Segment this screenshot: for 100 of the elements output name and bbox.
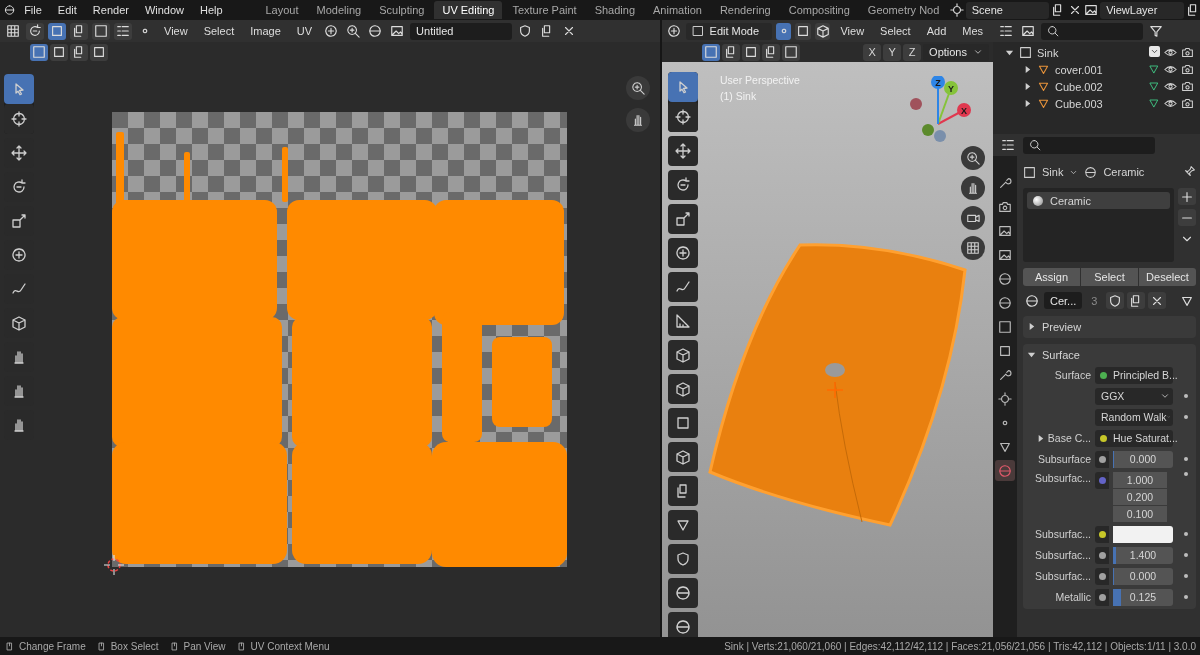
zoom-icon[interactable] [626,76,650,100]
number-field[interactable]: 1.000 [1113,471,1167,488]
fake-user-icon[interactable] [1106,292,1125,310]
keyframe-dot-icon[interactable] [1184,457,1188,461]
select-mode-icon[interactable] [92,22,110,40]
add-cube-tool[interactable] [668,340,698,370]
box-select-mode-icon[interactable] [722,43,740,61]
socket-button[interactable] [1095,525,1109,543]
scale-tool[interactable] [668,204,698,234]
menu-item[interactable]: Select [197,25,241,37]
select-mode-icon[interactable] [70,22,88,40]
mirror-axis-toggle[interactable]: X [863,43,882,61]
camera-button[interactable] [961,206,985,230]
select-mode-icon[interactable] [814,22,831,40]
panel-title[interactable]: Surface [1042,348,1080,361]
slot-button[interactable]: Select [1081,268,1138,286]
workspace-tab[interactable]: Rendering [711,1,779,19]
editor-type-icon[interactable] [666,22,682,40]
copy-icon[interactable] [1127,292,1146,310]
mirror-axis-toggle[interactable]: Y [883,43,902,61]
disclosure-triangle-icon[interactable] [1027,322,1036,331]
number-field[interactable]: 0.100 [1113,505,1167,522]
annotate-tool[interactable] [668,272,698,302]
box-select-mode-icon[interactable] [762,43,780,61]
inset-tool[interactable] [668,408,698,438]
rotate-tool[interactable] [668,170,698,200]
view-layer-field[interactable]: ViewLayer [1100,1,1184,19]
slot-button[interactable]: Assign [1023,268,1080,286]
workspace-tab[interactable]: Shading [586,1,643,19]
socket-button[interactable] [1095,450,1109,468]
color-swatch[interactable] [1113,525,1173,543]
mode-dropdown[interactable]: Edit Mode [685,22,772,40]
socket-button[interactable] [1095,567,1109,585]
add-slot-icon[interactable] [1178,188,1196,205]
keyframe-dot-icon[interactable] [1184,595,1188,599]
axis-gizmo[interactable]: X Y Z [906,76,986,146]
keyframe-dot-icon[interactable] [1184,532,1188,536]
menu-item[interactable]: Edit [50,4,84,16]
menu-item[interactable]: Select [874,25,917,37]
extrude-tool[interactable] [668,374,698,404]
socket-button[interactable] [1095,588,1109,606]
disclosure-triangle-icon[interactable] [1027,350,1036,359]
workspace-tab[interactable]: Animation [645,1,710,19]
menu-item[interactable]: Mes [956,25,990,37]
zoom-button[interactable] [961,146,985,170]
outliner-item[interactable]: cover.001 [1055,63,1103,76]
select-mode-icon[interactable] [775,22,792,40]
keyframe-dot-icon[interactable] [1184,415,1188,419]
checkbox[interactable] [1149,46,1160,57]
menu-item[interactable]: Add [920,25,953,37]
dropdown[interactable]: Random Walk [1095,408,1173,426]
box-select-mode-icon[interactable] [90,43,108,61]
remove-slot-icon[interactable] [1178,209,1196,226]
menu-item[interactable]: File [17,4,49,16]
select-mode-icon[interactable] [795,22,811,40]
outliner-item[interactable]: Cube.002 [1055,80,1103,93]
box-select-mode-icon[interactable] [50,43,68,61]
measure-tool[interactable] [668,306,698,336]
menu-item[interactable]: Window [137,4,192,16]
search-field[interactable] [1041,22,1143,40]
socket-button[interactable] [1095,546,1109,564]
box-select-mode-icon[interactable] [70,43,88,61]
workspace-tab[interactable]: Texture Paint [504,1,585,19]
search-field[interactable] [1023,136,1155,154]
select-tool[interactable] [4,74,34,104]
outliner-item[interactable]: Cube.003 [1055,97,1103,110]
keyframe-dot-icon[interactable] [1184,553,1188,557]
bevel-tool[interactable] [668,442,698,472]
menu-item[interactable]: Render [85,4,136,16]
box-select-mode-icon[interactable] [702,43,720,61]
editor-type-icon[interactable] [4,22,22,40]
menu-item[interactable]: Image [244,25,287,37]
slider-field[interactable]: 0.125 [1113,588,1173,606]
disclosure-triangle-icon[interactable] [1023,82,1032,91]
menu-item[interactable]: View [158,25,194,37]
select-mode-icon[interactable] [114,22,132,40]
number-field[interactable]: 0.200 [1113,488,1167,505]
box-select-mode-icon[interactable] [742,43,760,61]
slot-button[interactable]: Deselect [1139,268,1196,286]
disclosure-triangle-icon[interactable] [1023,99,1032,108]
options-dropdown[interactable]: Options [923,43,989,61]
panel-title[interactable]: Preview [1042,320,1082,333]
workspace-tab[interactable]: Sculpting [371,1,433,19]
close-icon[interactable] [1148,292,1167,310]
cursor-tool[interactable] [668,102,698,132]
material-slot[interactable]: Ceramic [1027,192,1170,209]
slider-field[interactable]: 1.400 [1113,546,1173,564]
image-name-field[interactable]: Untitled [410,22,513,40]
grid-button[interactable] [961,236,985,260]
dropdown[interactable]: GGX [1095,387,1173,405]
slider-field[interactable]: 0.000 [1113,450,1173,468]
move-tool[interactable] [668,136,698,166]
disclosure-triangle-icon[interactable] [1005,48,1014,57]
workspace-tab[interactable]: Compositing [780,1,858,19]
disclosure-triangle-icon[interactable] [1023,65,1032,74]
box-select-mode-icon[interactable] [782,43,800,61]
box-select-mode-icon[interactable] [30,43,48,61]
workspace-tab[interactable]: Layout [257,1,307,19]
keyframe-dot-icon[interactable] [1184,574,1188,578]
workspace-tab[interactable]: Geometry Nod [859,1,948,19]
